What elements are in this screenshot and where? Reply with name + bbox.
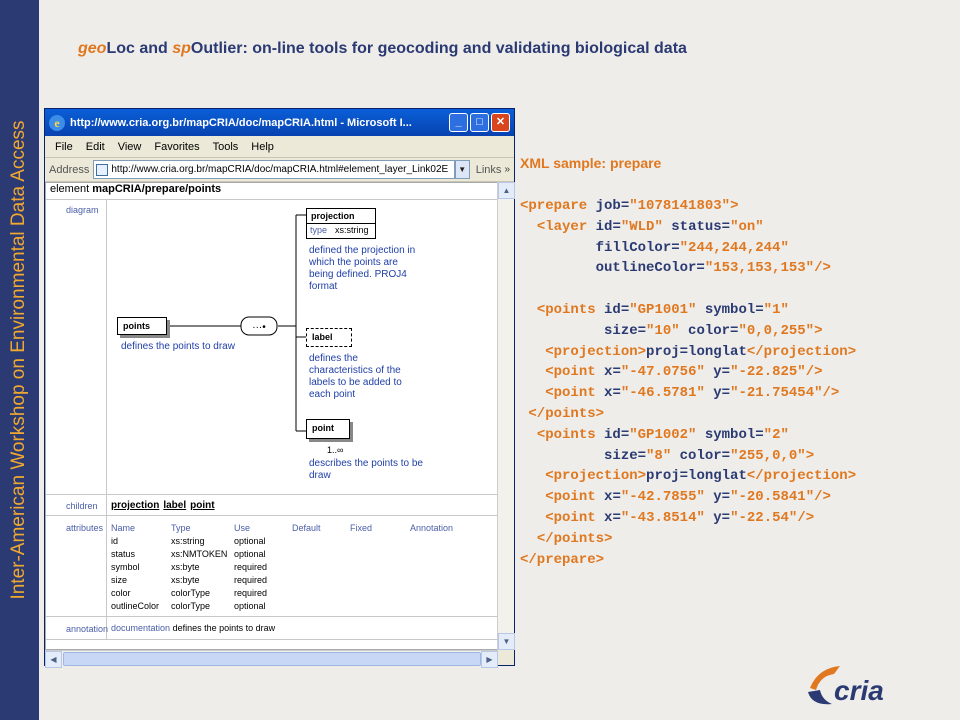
points-desc: defines the points to draw [121,341,235,352]
point-label: point [312,423,334,433]
slide-title: geoLoc and spOutlier: on-line tools for … [78,40,687,58]
menu-tools[interactable]: Tools [213,141,239,153]
label-label: label [312,332,333,342]
menu-view[interactable]: View [118,141,142,153]
attr-header: Fixed [350,523,373,533]
attr-cell: optional [234,601,266,611]
point-multiplicity: 1..∞ [327,445,344,455]
attr-cell: colorType [171,601,211,611]
attr-header: Use [234,523,251,533]
xml-sample: <prepare job="1078141803"> <layer id="WL… [520,198,857,568]
menu-favorites[interactable]: Favorites [154,141,199,153]
attr-cell: required [234,562,268,572]
diagram-connectors: ···• [170,214,306,432]
title-outlier: Outlier [190,40,243,57]
title-loc: Loc and [106,40,173,57]
divider [46,515,497,516]
attr-cell: id [111,536,119,546]
cria-logo: cria [808,666,884,706]
maximize-button[interactable]: □ [470,113,489,132]
xml-title: XML sample: prepare [520,155,662,171]
projection-type-val: xs:string [335,225,369,235]
point-box[interactable]: point [306,419,350,439]
attr-cell: xs:byte [171,562,200,572]
menu-bar: File Edit View Favorites Tools Help [45,136,514,158]
address-label: Address [49,163,90,176]
projection-box[interactable]: projection type xs:string [306,208,376,239]
section-attributes-label: attributes [66,523,104,533]
side-bar: Inter-American Workshop on Environmental… [0,0,39,720]
divider [46,639,497,640]
title-geo: geo [78,40,107,57]
address-value: http://www.cria.org.br/mapCRIA/doc/mapCR… [111,164,449,175]
browser-window: e http://www.cria.org.br/mapCRIA/doc/map… [44,108,515,668]
child-link-label[interactable]: label [163,500,186,511]
attr-cell: required [234,588,268,598]
attr-cell: optional [234,549,266,559]
minimize-button[interactable]: _ [449,113,468,132]
address-bar: Address http://www.cria.org.br/mapCRIA/d… [45,158,514,182]
divider [46,494,497,495]
menu-file[interactable]: File [55,141,73,153]
attr-cell: optional [234,536,266,546]
points-box[interactable]: points [117,317,167,335]
horizontal-scrollbar[interactable]: ◀ ▶ [45,650,498,668]
annotation-row: documentation defines the points to draw [111,623,275,633]
attr-cell: xs:byte [171,575,200,585]
projection-label: projection [307,209,375,224]
scroll-up-icon[interactable]: ▲ [498,182,515,199]
point-desc: describes the points to be draw [309,458,423,481]
page-icon [96,163,109,176]
title-sp: sp [172,40,191,57]
attr-cell: size [111,575,128,585]
scroll-left-icon[interactable]: ◀ [45,651,62,668]
links-label[interactable]: Links [476,164,502,176]
page-content: element mapCRIA/prepare/points diagram ·… [45,182,498,650]
svg-text:···•: ···• [252,322,266,333]
attr-cell: colorType [171,588,211,598]
attr-header: Name [111,523,136,533]
attr-header: Type [171,523,191,533]
horizontal-scroll-thumb[interactable] [63,652,481,666]
section-annotation-label: annotation [66,624,109,634]
close-button[interactable]: ✕ [491,113,510,132]
attr-header: Annotation [410,523,454,533]
scroll-right-icon[interactable]: ▶ [481,651,498,668]
projection-desc: defined the projection in which the poin… [309,245,416,292]
links-chevron-icon[interactable]: » [504,164,510,175]
divider [46,616,497,617]
attr-cell: symbol [111,562,140,572]
menu-help[interactable]: Help [251,141,274,153]
children-links: projection label point [111,500,215,511]
attr-cell: color [111,588,131,598]
sidebar-text: Inter-American Workshop on Environmental… [8,120,29,600]
label-desc: defines the characteristics of the label… [309,353,402,400]
child-link-projection[interactable]: projection [111,500,159,511]
logo-text: cria [834,675,884,706]
child-link-point[interactable]: point [190,500,214,511]
attr-header: Default [292,523,321,533]
annotation-key: documentation [111,623,171,633]
points-label: points [123,321,150,331]
attr-cell: xs:NMTOKEN [171,549,228,559]
label-box[interactable]: label [306,328,352,347]
attr-cell: status [111,549,136,559]
menu-edit[interactable]: Edit [86,141,105,153]
attr-cell: required [234,575,268,585]
attr-cell: outlineColor [111,601,160,611]
scroll-down-icon[interactable]: ▼ [498,633,515,650]
projection-type-key: type [310,225,328,235]
address-dropdown-button[interactable]: ▼ [454,160,470,179]
annotation-value: defines the points to draw [172,623,276,633]
window-title: http://www.cria.org.br/mapCRIA/doc/mapCR… [70,116,412,129]
address-input[interactable]: http://www.cria.org.br/mapCRIA/doc/mapCR… [93,160,455,179]
title-rest: : on-line tools for geocoding and valida… [242,40,687,57]
vertical-scrollbar[interactable]: ▲ ▼ [497,182,515,650]
section-children-label: children [66,501,98,511]
ie-logo-icon: e [49,114,65,131]
attr-cell: xs:string [171,536,205,546]
window-titlebar[interactable]: e http://www.cria.org.br/mapCRIA/doc/map… [45,109,514,136]
